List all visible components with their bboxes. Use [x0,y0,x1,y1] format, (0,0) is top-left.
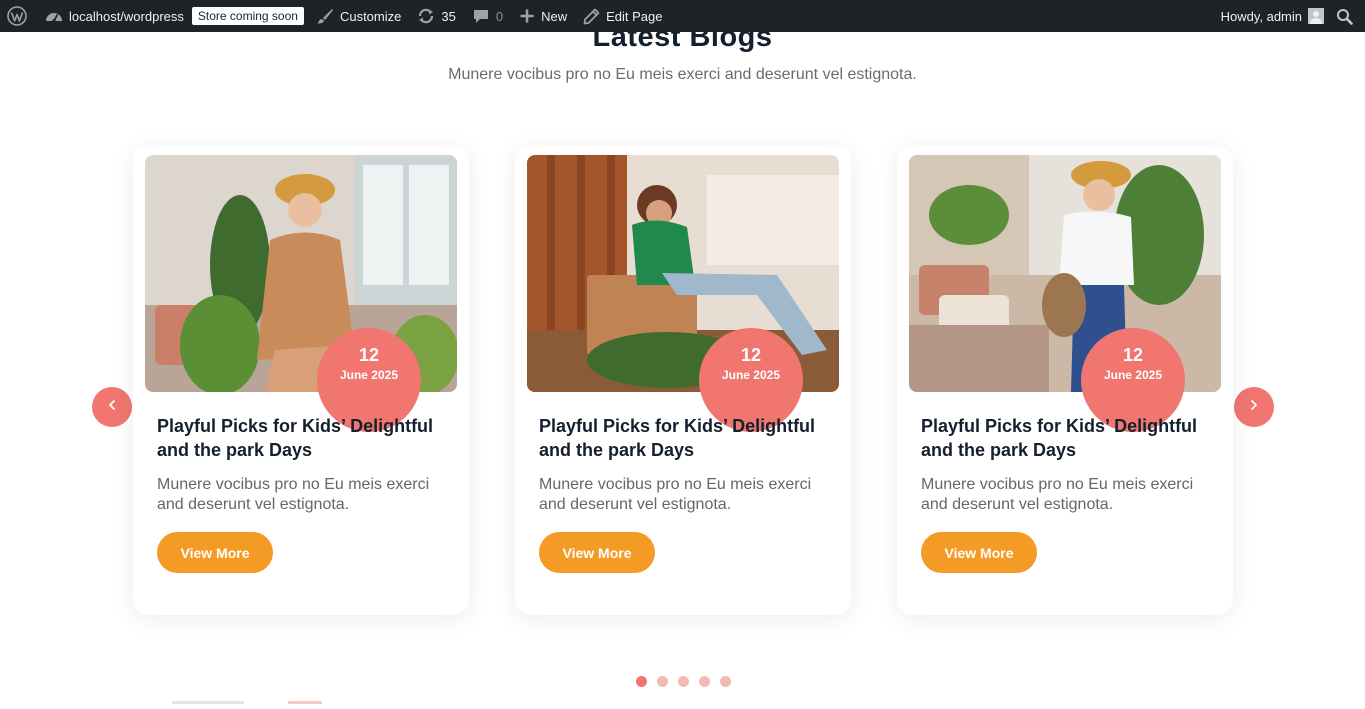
updates-link[interactable]: 35 [409,0,463,32]
plus-icon [519,8,535,24]
comments-link[interactable]: 0 [464,0,511,32]
next-section-edge [172,701,244,704]
brush-icon [316,7,334,25]
date-day: 12 [740,345,762,365]
slider-prev-button[interactable] [92,387,132,427]
admin-search[interactable] [1328,0,1365,32]
new-content-link[interactable]: New [511,0,575,32]
pagination-dot-4[interactable] [699,676,710,687]
date-day: 12 [1122,345,1144,365]
chevron-right-icon [1248,398,1260,416]
admin-bar-right: Howdy, admin [1213,0,1365,32]
comments-count: 0 [495,8,504,24]
blog-card: 12 June 2025 Playful Picks for Kids’ Del… [897,145,1233,615]
date-day: 12 [358,345,380,365]
customize-label: Customize [339,8,402,24]
site-name-link[interactable]: localhost/wordpress [37,0,192,32]
pagination-dot-2[interactable] [657,676,668,687]
blog-card: 12 June 2025 Playful Picks for Kids’ Del… [515,145,851,615]
blog-card-excerpt: Munere vocibus pro no Eu meis exerci and… [539,476,812,513]
date-month: June 2025 [721,368,781,382]
slider-pagination [636,676,731,687]
pencil-icon [583,8,600,25]
view-more-button[interactable]: View More [157,532,273,573]
chevron-left-icon [106,398,118,416]
slider-next-button[interactable] [1234,387,1274,427]
edit-page-label: Edit Page [606,8,663,24]
comment-icon [472,7,490,25]
dashboard-icon [45,8,63,24]
account-menu[interactable]: Howdy, admin [1213,0,1328,32]
view-more-button[interactable]: View More [539,532,655,573]
updates-count: 35 [441,8,456,24]
view-more-button[interactable]: View More [921,532,1037,573]
blog-card-title[interactable]: Playful Picks for Kids’ Delightful and t… [157,414,453,462]
section-subtitle: Munere vocibus pro no Eu meis exerci and… [448,66,917,83]
search-icon [1336,8,1353,25]
pagination-dot-5[interactable] [720,676,731,687]
date-month: June 2025 [339,368,399,382]
edit-page-link[interactable]: Edit Page [575,0,670,32]
blog-card-excerpt: Munere vocibus pro no Eu meis exerci and… [921,476,1194,513]
store-status[interactable]: Store coming soon [191,0,308,32]
blog-card-title[interactable]: Playful Picks for Kids’ Delightful and t… [921,414,1217,462]
wordpress-logo-icon[interactable] [0,0,37,32]
pagination-dot-1[interactable] [636,676,647,687]
blog-card: 12 June 2025 Playful Picks for Kids’ Del… [133,145,469,615]
updates-icon [417,7,435,25]
admin-bar: localhost/wordpress Store coming soon Cu… [0,0,1365,32]
blog-card-title[interactable]: Playful Picks for Kids’ Delightful and t… [539,414,835,462]
next-section-edge [288,701,322,704]
customize-link[interactable]: Customize [308,0,409,32]
date-month: June 2025 [1103,368,1163,382]
howdy-label: Howdy, admin [1220,8,1302,24]
avatar [1308,8,1324,24]
new-label: New [541,8,568,24]
pagination-dot-3[interactable] [678,676,689,687]
store-coming-soon-badge: Store coming soon [191,7,304,25]
site-name-label: localhost/wordpress [69,8,184,24]
blog-card-excerpt: Munere vocibus pro no Eu meis exerci and… [157,476,430,513]
